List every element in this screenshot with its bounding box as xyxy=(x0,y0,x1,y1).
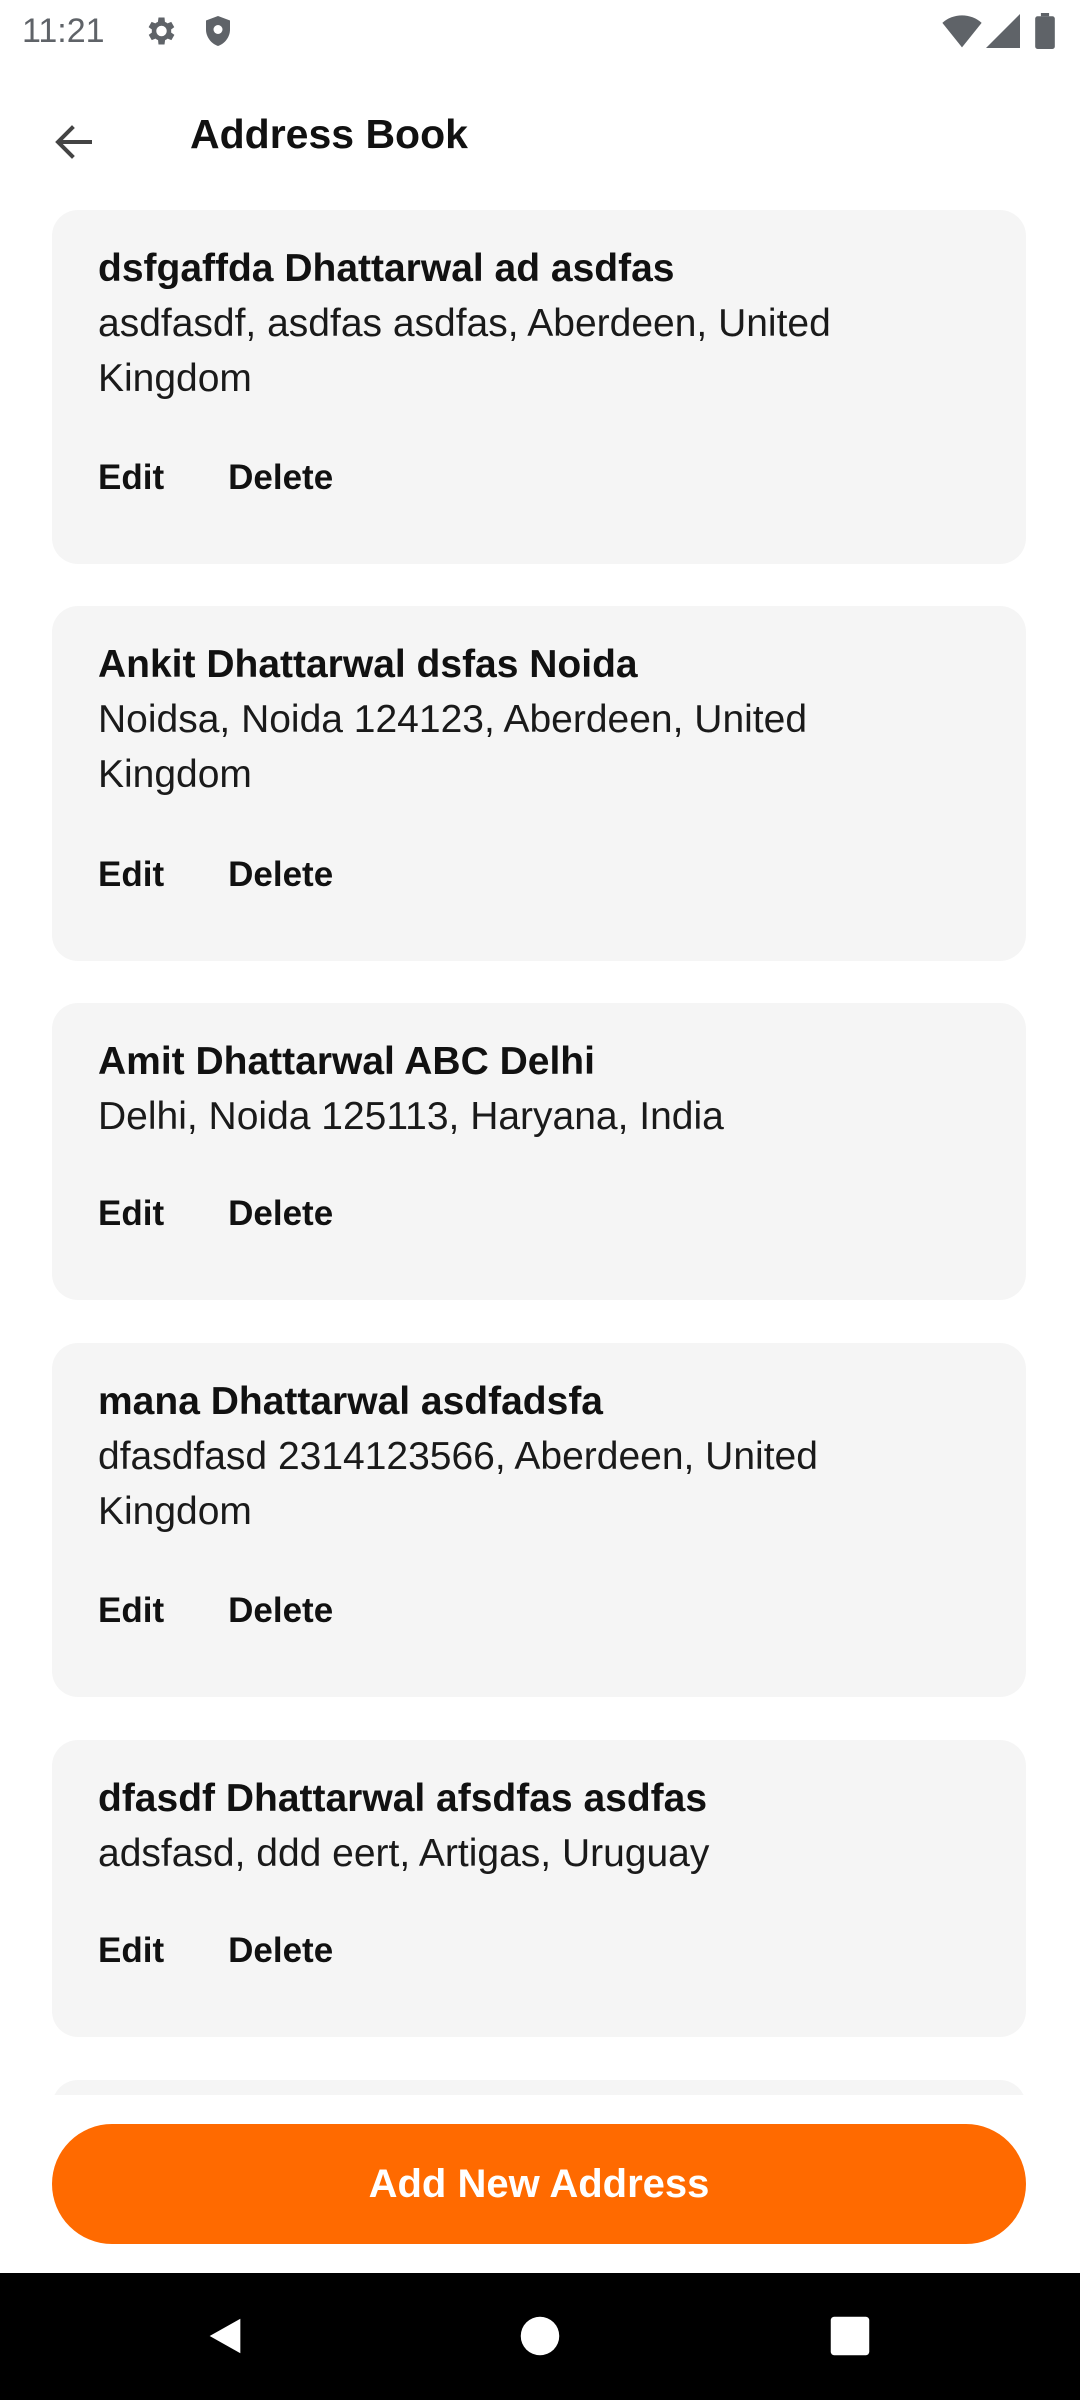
delete-button[interactable]: Delete xyxy=(228,1931,333,1971)
address-text: adsfasd, ddd eert, Artigas, Uruguay xyxy=(98,1832,710,1875)
address-card: Ankit Dhattarwal dsfas Noida Noidsa, Noi… xyxy=(52,606,1026,961)
address-name: Ankit Dhattarwal dsfas Noida xyxy=(98,643,638,686)
delete-button[interactable]: Delete xyxy=(228,1591,333,1631)
status-bar: 11:21 xyxy=(0,0,1080,64)
address-list[interactable]: dsfgaffda Dhattarwal ad asdfas asdfasdf,… xyxy=(0,210,1080,2095)
gear-icon xyxy=(142,13,178,49)
add-new-address-button[interactable]: Add New Address xyxy=(52,2124,1026,2244)
address-actions: Edit Delete xyxy=(98,1591,333,1631)
back-button[interactable] xyxy=(34,104,114,184)
cell-signal-icon xyxy=(986,13,1022,49)
address-name: dfasdf Dhattarwal afsdfas asdfas xyxy=(98,1777,708,1820)
arrow-left-icon xyxy=(50,118,98,171)
edit-button[interactable]: Edit xyxy=(98,855,164,895)
address-card-partial xyxy=(52,2080,1026,2095)
system-nav-bar xyxy=(0,2273,1080,2400)
shield-icon xyxy=(200,13,236,49)
status-time: 11:21 xyxy=(22,12,105,50)
nav-recents-button[interactable] xyxy=(815,2303,885,2373)
delete-button[interactable]: Delete xyxy=(228,855,333,895)
triangle-back-icon xyxy=(202,2313,248,2364)
delete-button[interactable]: Delete xyxy=(228,1194,333,1234)
address-text: Delhi, Noida 125113, Haryana, India xyxy=(98,1095,724,1138)
address-actions: Edit Delete xyxy=(98,458,333,498)
circle-home-icon xyxy=(519,2315,561,2362)
address-name: mana Dhattarwal asdfadsfa xyxy=(98,1380,604,1423)
address-text: Noidsa, Noida 124123, Aberdeen, United K… xyxy=(98,698,808,796)
address-name: Amit Dhattarwal ABC Delhi xyxy=(98,1040,595,1083)
address-text: dfasdfasd 2314123566, Aberdeen, United K… xyxy=(98,1435,818,1533)
edit-button[interactable]: Edit xyxy=(98,458,164,498)
address-card: Amit Dhattarwal ABC Delhi Delhi, Noida 1… xyxy=(52,1003,1026,1300)
nav-back-button[interactable] xyxy=(190,2303,260,2373)
edit-button[interactable]: Edit xyxy=(98,1591,164,1631)
square-recents-icon xyxy=(829,2315,871,2362)
wifi-icon xyxy=(942,13,982,49)
address-actions: Edit Delete xyxy=(98,855,333,895)
address-name: dsfgaffda Dhattarwal ad asdfas xyxy=(98,247,675,290)
address-actions: Edit Delete xyxy=(98,1194,333,1234)
address-actions: Edit Delete xyxy=(98,1931,333,1971)
edit-button[interactable]: Edit xyxy=(98,1931,164,1971)
address-card: mana Dhattarwal asdfadsfa dfasdfasd 2314… xyxy=(52,1343,1026,1697)
delete-button[interactable]: Delete xyxy=(228,458,333,498)
edit-button[interactable]: Edit xyxy=(98,1194,164,1234)
battery-icon xyxy=(1034,13,1058,49)
app-bar: Address Book xyxy=(0,64,1080,210)
page-title: Address Book xyxy=(190,111,468,157)
address-card: dfasdf Dhattarwal afsdfas asdfas adsfasd… xyxy=(52,1740,1026,2037)
address-text: asdfasdf, asdfas asdfas, Aberdeen, Unite… xyxy=(98,302,831,400)
address-card: dsfgaffda Dhattarwal ad asdfas asdfasdf,… xyxy=(52,210,1026,564)
nav-home-button[interactable] xyxy=(505,2303,575,2373)
